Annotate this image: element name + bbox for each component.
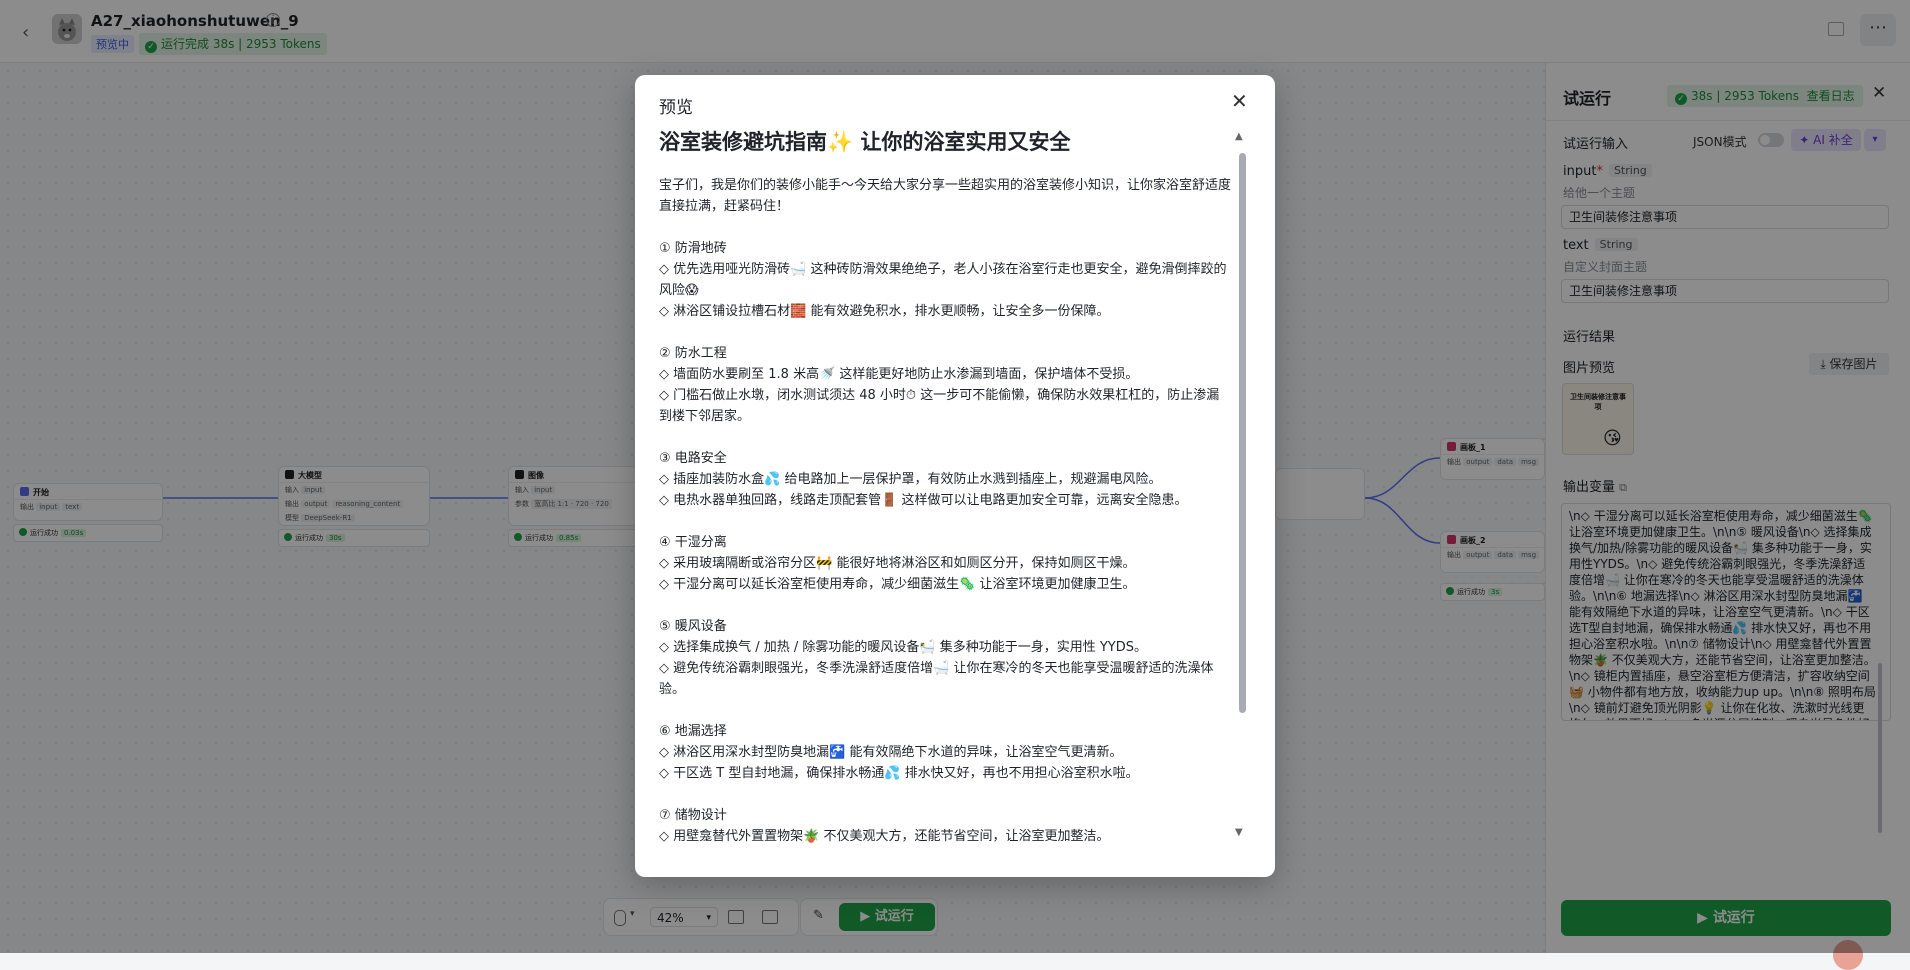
section-item: ◇ 选择集成换气 / 加热 / 除雾功能的暖风设备🛀 集多种功能于一身，实用性 …: [659, 640, 1148, 655]
modal-content[interactable]: 浴室装修避坑指南✨ 让你的浴室实用又安全 宝子们，我是你们的装修小能手～今天给大…: [659, 127, 1231, 863]
article-section: ⑥ 地漏选择 ◇ 淋浴区用深水封型防臭地漏🚰 能有效隔绝下水道的异味，让浴室空气…: [659, 721, 1231, 784]
section-title: ⑦ 储物设计: [659, 808, 727, 823]
article-section: ② 防水工程 ◇ 墙面防水要刷至 1.8 米高🚿 这样能更好地防止水渗漏到墙面，…: [659, 343, 1231, 427]
modal-scrollbar[interactable]: [1239, 153, 1246, 713]
article-heading: 浴室装修避坑指南✨ 让你的浴室实用又安全: [659, 130, 1071, 154]
section-item: ◇ 干湿分离可以延长浴室柜使用寿命，减少细菌滋生🦠 让浴室环境更加健康卫生。: [659, 577, 1136, 592]
article-section: ③ 电路安全 ◇ 插座加装防水盒💦 给电路加上一层保护罩，有效防止水溅到插座上，…: [659, 448, 1231, 511]
section-title: ① 防滑地砖: [659, 241, 727, 256]
article-section: ① 防滑地砖 ◇ 优先选用哑光防滑砖🛁 这种砖防滑效果绝绝子，老人小孩在浴室行走…: [659, 238, 1231, 322]
section-item: ◇ 门槛石做止水墩，闭水测试须达 48 小时⏱ 这一步可不能偷懒，确保防水效果杠…: [659, 388, 1220, 424]
section-title: ③ 电路安全: [659, 451, 727, 466]
section-item: ◇ 避免传统浴霸刺眼强光，冬季洗澡舒适度倍增🛁 让你在寒冷的冬天也能享受温暖舒适…: [659, 661, 1214, 697]
modal-title: 预览: [659, 98, 693, 118]
section-item: ◇ 淋浴区铺设拉槽石材🧱 能有效避免积水，排水更顺畅，让安全多一份保障。: [659, 304, 1110, 319]
section-item: ◇ 墙面防水要刷至 1.8 米高🚿 这样能更好地防止水渗漏到墙面，保护墙体不受损…: [659, 367, 1139, 382]
section-item: ◇ 干区选 T 型自封地漏，确保排水畅通💦 排水快又好，再也不用担心浴室积水啦。: [659, 766, 1139, 781]
article-intro: 宝子们，我是你们的装修小能手～今天给大家分享一些超实用的浴室装修小知识，让你家浴…: [659, 178, 1231, 214]
scroll-down-icon[interactable]: ▼: [1235, 827, 1243, 838]
scroll-up-icon[interactable]: ▲: [1235, 131, 1243, 142]
section-item: ◇ 插座加装防水盒💦 给电路加上一层保护罩，有效防止水溅到插座上，规避漏电风险。: [659, 472, 1162, 487]
section-title: ⑥ 地漏选择: [659, 724, 727, 739]
section-item: ◇ 采用玻璃隔断或浴帘分区🚧 能很好地将淋浴区和如厕区分开，保持如厕区干燥。: [659, 556, 1136, 571]
section-title: ④ 干湿分离: [659, 535, 727, 550]
article-section: ⑤ 暖风设备 ◇ 选择集成换气 / 加热 / 除雾功能的暖风设备🛀 集多种功能于…: [659, 616, 1231, 700]
article-section: ④ 干湿分离 ◇ 采用玻璃隔断或浴帘分区🚧 能很好地将淋浴区和如厕区分开，保持如…: [659, 532, 1231, 595]
section-title: ⑤ 暖风设备: [659, 619, 727, 634]
section-item: ◇ 用壁龛替代外置置物架🪴 不仅美观大方，还能节省空间，让浴室更加整洁。: [659, 829, 1110, 844]
preview-modal: 预览 ✕ 浴室装修避坑指南✨ 让你的浴室实用又安全 宝子们，我是你们的装修小能手…: [635, 75, 1275, 877]
section-title: ② 防水工程: [659, 346, 727, 361]
close-icon[interactable]: ✕: [1231, 89, 1248, 113]
article-section: ⑦ 储物设计 ◇ 用壁龛替代外置置物架🪴 不仅美观大方，还能节省空间，让浴室更加…: [659, 805, 1231, 847]
section-item: ◇ 优先选用哑光防滑砖🛁 这种砖防滑效果绝绝子，老人小孩在浴室行走也更安全，避免…: [659, 262, 1227, 298]
section-item: ◇ 淋浴区用深水封型防臭地漏🚰 能有效隔绝下水道的异味，让浴室空气更清新。: [659, 745, 1123, 760]
section-item: ◇ 电热水器单独回路，线路走顶配套管🚪 这样做可以让电路更加安全可靠，远离安全隐…: [659, 493, 1188, 508]
